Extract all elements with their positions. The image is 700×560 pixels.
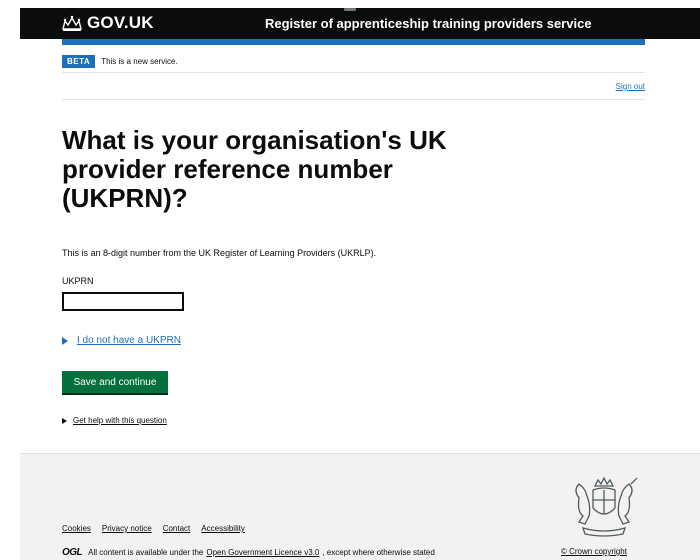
phase-banner-text: This is a new service. [101, 56, 178, 66]
royal-crest-icon [575, 476, 638, 537]
ukprn-hint: This is an 8-digit number from the UK Re… [62, 248, 377, 258]
no-ukprn-details[interactable]: I do not have a UKPRN [62, 335, 181, 346]
govuk-header: GOV.UK Register of apprenticeship traini… [20, 8, 700, 39]
licence-link[interactable]: Open Government Licence v3.0 [206, 548, 319, 557]
ukprn-input[interactable] [62, 292, 184, 311]
nav-divider [62, 99, 645, 100]
crown-copyright-link[interactable]: © Crown copyright [561, 547, 627, 556]
phase-banner: BETA This is a new service. [62, 51, 645, 71]
no-ukprn-summary-link[interactable]: I do not have a UKPRN [77, 335, 181, 346]
crown-icon [62, 15, 82, 31]
licence-suffix: , except where otherwise stated [322, 548, 435, 557]
header-underline [62, 39, 645, 45]
get-help-link[interactable]: Get help with this question [73, 416, 167, 425]
phase-banner-divider [62, 72, 645, 73]
footer-link-cookies[interactable]: Cookies [62, 524, 91, 533]
save-and-continue-button[interactable]: Save and continue [62, 371, 168, 393]
page: GOV.UK Register of apprenticeship traini… [0, 0, 700, 560]
footer-link-contact[interactable]: Contact [163, 524, 191, 533]
licence-prefix: All content is available under the [88, 548, 204, 557]
triangle-icon [62, 336, 68, 345]
footer-link-privacy[interactable]: Privacy notice [102, 524, 152, 533]
ogl-logo: OGL [62, 547, 83, 558]
beta-tag: BETA [62, 54, 96, 68]
ukprn-label: UKPRN [62, 276, 94, 286]
help-details[interactable]: Get help with this question [62, 416, 167, 425]
footer-links: Cookies Privacy notice Contact Accessibi… [62, 524, 245, 533]
logo-text: GOV.UK [87, 13, 154, 32]
service-name[interactable]: Register of apprenticeship training prov… [265, 16, 592, 31]
govuk-logo[interactable]: GOV.UK [61, 13, 154, 33]
govuk-footer: Cookies Privacy notice Contact Accessibi… [20, 453, 700, 560]
header-handle [344, 8, 356, 11]
footer-link-accessibility[interactable]: Accessibility [201, 524, 245, 533]
sign-out-link[interactable]: Sign out [616, 82, 645, 91]
triangle-icon [62, 417, 67, 424]
page-title: What is your organisation's UK provider … [62, 125, 447, 213]
licence-notice: OGL All content is available under the O… [62, 547, 435, 558]
